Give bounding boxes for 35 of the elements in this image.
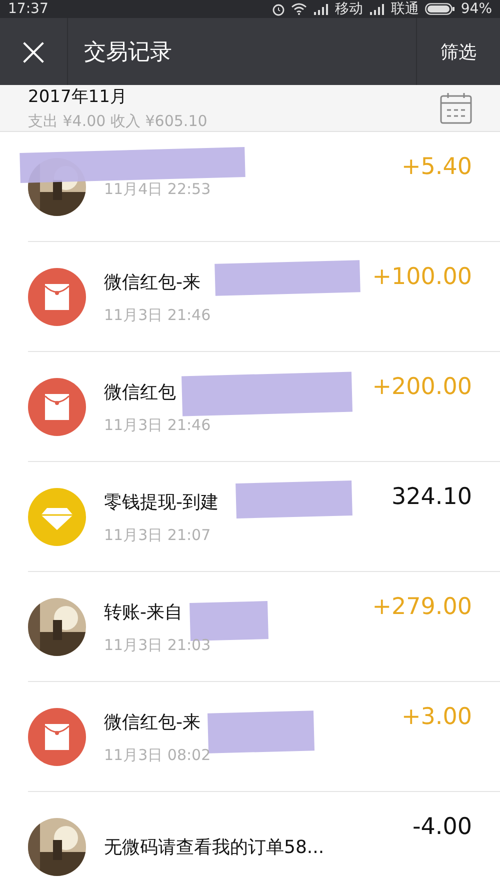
battery-icon: [424, 3, 455, 15]
transaction-amount: +279.00: [372, 594, 472, 620]
transaction-amount: 324.10: [392, 484, 472, 510]
transaction-title: 微信红包: [104, 380, 176, 404]
transaction-time: 11月4日 22:53: [104, 180, 211, 198]
transaction-title: 微信红包-来: [104, 270, 200, 294]
signal-icon: [312, 4, 329, 14]
transaction-time: 11月3日 21:07: [104, 526, 211, 544]
envelope-icon: [28, 268, 86, 326]
transaction-title: 零钱提现-到建: [104, 490, 218, 514]
envelope-icon: [28, 708, 86, 766]
transaction-title: 微信红包-来: [104, 710, 200, 734]
transaction-amount: +5.40: [402, 154, 472, 180]
alarm-icon: [272, 2, 285, 16]
transaction-time: 11月3日 08:02: [104, 746, 211, 764]
envelope-icon: [28, 378, 86, 436]
transaction-amount: +100.00: [372, 264, 472, 290]
transaction-amount: +200.00: [372, 374, 472, 400]
status-time: 17:37: [8, 1, 48, 17]
transaction-time: 11月3日 21:46: [104, 306, 211, 324]
transaction-time: 11月3日 21:03: [104, 636, 211, 654]
month-label: 2017年11月: [28, 86, 128, 108]
carrier-name: 联通: [390, 0, 419, 18]
carrier-name: 移动: [334, 0, 363, 18]
wifi-icon: [290, 3, 307, 15]
transaction-time: 11月3日 21:46: [104, 416, 211, 434]
transaction-amount: -4.00: [412, 814, 472, 840]
month-totals: 支出 ¥4.00 收入 ¥605.10: [28, 112, 208, 131]
calendar-icon[interactable]: [440, 92, 472, 124]
signal-icon: [368, 4, 385, 14]
transaction-title: 转账-来自: [104, 600, 182, 624]
page-title: 交易记录: [84, 38, 172, 66]
transaction-title: 无微码请查看我的订单58...: [104, 836, 324, 859]
battery-level: 94%: [460, 1, 492, 17]
transaction-amount: +3.00: [402, 704, 472, 730]
